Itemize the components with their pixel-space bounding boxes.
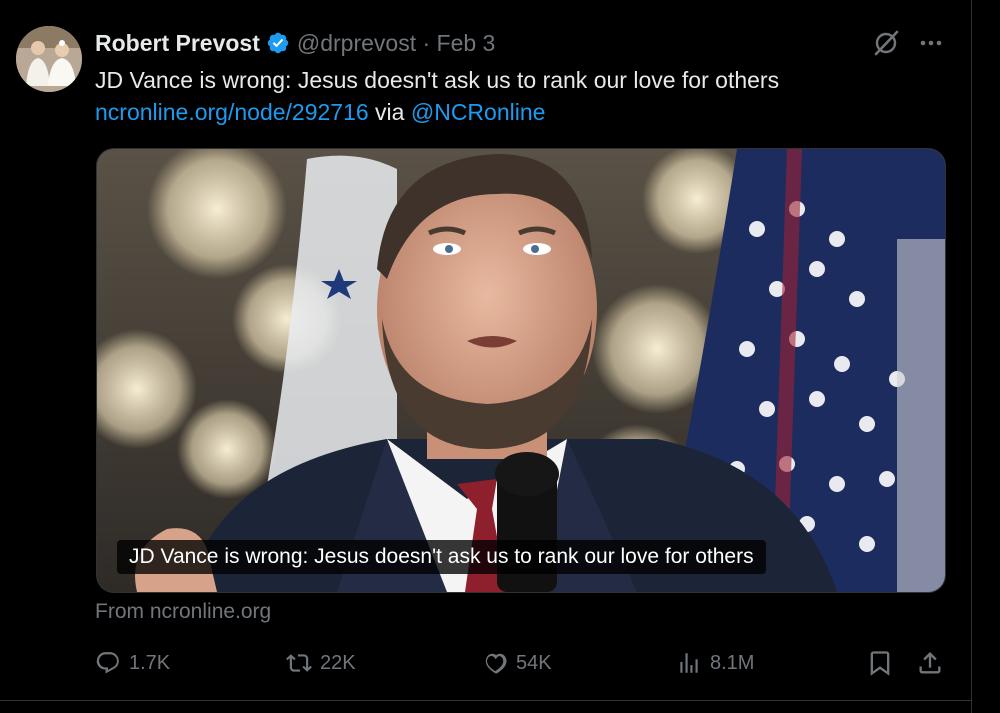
views-icon [680,653,698,673]
verified-badge-icon[interactable] [266,31,290,55]
tweet-divider [0,700,972,701]
tweet-text: JD Vance is wrong: Jesus doesn't ask us … [95,64,779,128]
author-handle-date[interactable]: @drprevost · Feb 3 [297,30,495,57]
article-image [97,149,945,592]
grok-icon[interactable] [871,28,901,58]
repost-button[interactable]: 22K [286,645,356,681]
share-icon [919,652,941,674]
tweet-text-link-line: ncronline.org/node/292716 via @NCRonline [95,96,779,128]
repost-icon [286,654,312,672]
card-caption: JD Vance is wrong: Jesus doesn't ask us … [117,540,766,574]
like-count: 54K [516,651,552,674]
bookmark-icon [870,651,890,676]
card-source[interactable]: From ncronline.org [95,600,271,624]
more-icon[interactable] [916,28,946,58]
views-count: 8.1M [710,651,755,674]
views-button[interactable]: 8.1M [676,645,754,681]
bookmark-button[interactable] [866,645,902,681]
author-name[interactable]: Robert Prevost [95,30,260,57]
tweet-header: Robert Prevost @drprevost · Feb 3 [95,28,495,58]
avatar[interactable] [16,26,82,92]
like-button[interactable]: 54K [482,645,552,681]
like-icon [485,653,507,674]
column-border-right [971,0,972,713]
reply-button[interactable]: 1.7K [95,645,170,681]
tweet-text-line: JD Vance is wrong: Jesus doesn't ask us … [95,67,780,93]
article-link[interactable]: ncronline.org/node/292716 [95,99,369,125]
share-button[interactable] [916,645,952,681]
reply-count: 1.7K [129,651,171,674]
mention-link[interactable]: @NCRonline [411,99,546,125]
repost-count: 22K [320,651,356,674]
reply-icon [96,652,119,674]
via-text: via [368,99,411,125]
tweet-actions: 1.7K 22K 54K 8.1M [0,645,972,681]
link-preview-card[interactable]: JD Vance is wrong: Jesus doesn't ask us … [96,148,946,593]
